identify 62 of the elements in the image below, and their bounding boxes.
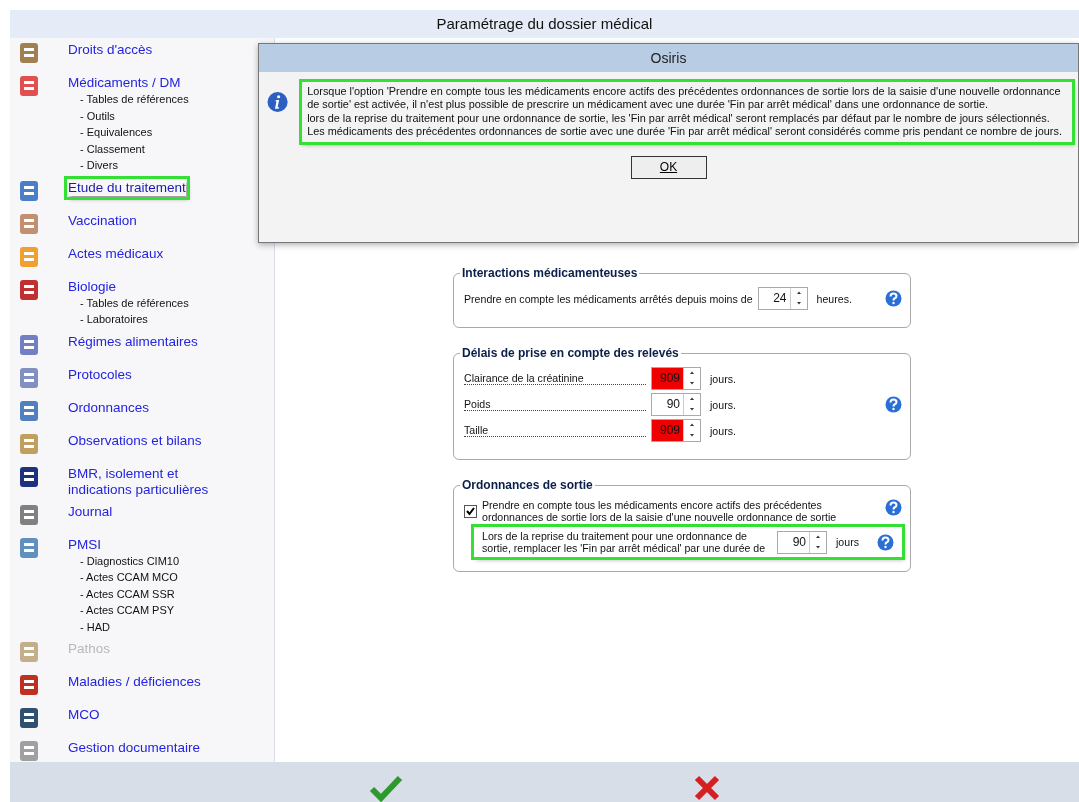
sidebar-sublink[interactable]: - HAD <box>68 618 218 635</box>
sidebar-link[interactable]: Biologie <box>68 278 218 295</box>
sidebar-sublink[interactable]: - Diagnostics CIM10 <box>68 552 218 569</box>
sidebar-link[interactable]: Droits d'accès <box>68 42 218 58</box>
sidebar-sublink[interactable]: - Tables de références <box>68 294 218 311</box>
help-icon[interactable] <box>885 499 902 516</box>
sidebar-sublink[interactable]: - Actes CCAM MCO <box>68 569 218 586</box>
help-icon[interactable] <box>885 290 902 307</box>
sidebar-link[interactable]: Vaccination <box>68 212 218 229</box>
group-title: Délais de prise en compte des relevés <box>461 346 680 360</box>
sidebar-link[interactable]: Journal <box>68 503 218 520</box>
checkbox[interactable] <box>464 505 477 518</box>
number-spinner[interactable]: 909 <box>651 367 701 390</box>
ok-button[interactable]: OK <box>630 155 707 179</box>
sidebar-sublink[interactable]: - Outils <box>68 107 218 124</box>
spinner-value: 24 <box>772 290 788 307</box>
option-label: Clairance de la créatinine <box>464 372 646 385</box>
sidebar-link[interactable]: Protocoles <box>68 366 218 383</box>
sidebar-link[interactable]: Régimes alimentaires <box>68 333 218 350</box>
sidebar-link[interactable]: Ordonnances <box>68 399 218 416</box>
unit-label: jours <box>834 536 860 548</box>
sidebar-sublink[interactable]: - Equivalences <box>68 124 218 141</box>
group-title: Ordonnances de sortie <box>461 478 594 492</box>
spinner-value: 909 <box>652 368 683 389</box>
sidebar-link[interactable]: Médicaments / DM <box>68 75 218 91</box>
sidebar-link[interactable]: MCO <box>68 707 218 723</box>
help-icon[interactable] <box>877 533 894 551</box>
sidebar-link[interactable]: BMR, isolement et indications particulières <box>68 465 218 498</box>
cancel-icon[interactable] <box>692 774 721 802</box>
number-spinner[interactable]: 909 <box>651 419 701 442</box>
option-label: Prendre en compte tous les médicaments encore actifs des précédentes ordonnances de sortie lors de la saisie d'une nouvelle ordonnance de sortie <box>482 499 838 523</box>
sidebar-sublink[interactable]: - Laboratoires <box>68 311 218 328</box>
sidebar-link[interactable]: Gestion documentaire <box>68 740 218 756</box>
unit-label: jours. <box>708 372 737 385</box>
number-spinner[interactable]: 90 <box>651 393 701 416</box>
spinner-value: 909 <box>652 420 683 441</box>
sidebar-link[interactable]: Maladies / déficiences <box>68 674 218 690</box>
sidebar-sublink[interactable]: - Divers <box>68 157 218 174</box>
sidebar-link[interactable]: Observations et bilans <box>68 432 218 449</box>
unit-label: heures. <box>815 292 853 305</box>
sidebar-sublink[interactable]: - Actes CCAM PSY <box>68 602 218 619</box>
help-icon[interactable] <box>885 396 902 413</box>
option-label: Taille <box>464 424 646 437</box>
sidebar-sublink[interactable]: - Classement <box>68 140 218 157</box>
spinner-value: 90 <box>665 396 681 413</box>
group-title: Interactions médicamenteuses <box>461 266 639 280</box>
unit-label: jours. <box>708 398 737 411</box>
window-title: Paramétrage du dossier médical <box>10 10 1079 38</box>
number-spinner[interactable]: 90 <box>777 530 827 554</box>
sidebar-link[interactable]: PMSI <box>68 536 218 553</box>
sidebar-link[interactable]: Actes médicaux <box>68 245 218 262</box>
confirm-check-icon[interactable] <box>368 774 403 802</box>
sidebar-sublink[interactable]: - Actes CCAM SSR <box>68 585 218 602</box>
number-spinner[interactable]: 24 <box>757 287 808 310</box>
option-label: Prendre en compte les médicaments arrêtés depuis moins de <box>464 292 753 305</box>
option-label: Lors de la reprise du traitement pour une ordonnance de sortie, remplacer les 'Fin par arrêt médical' par une durée de <box>482 530 767 554</box>
sidebar-sublink[interactable]: - Tables de références <box>68 91 218 108</box>
spinner-value: 90 <box>791 533 807 551</box>
message-text: Lorsque l'option 'Prendre en compte tous les médicaments encore actifs des précédentes ordonnances de sortie lors de la saisie d'une nouvelle ordonnance de sortie' est activée, il n'est plus possible de prescrire un médicament avec une durée 'Fin par arrêt médical' dans une ordonnance de sortie. lors de la reprise du traitement pour une ordonnance de sortie, les 'Fin par arrêt médical' seront remplacés par défaut par le nombre de jours sélectionnés. Les médicaments des précédentes ordonnances de sortie avec une durée 'Fin par arrêt médical' seront considérés comme pris pendant ce nombre de jours. <box>302 82 1072 142</box>
unit-label: jours. <box>708 424 737 437</box>
dialog-title: Osiris <box>259 44 1078 72</box>
option-label: Poids <box>464 398 646 411</box>
